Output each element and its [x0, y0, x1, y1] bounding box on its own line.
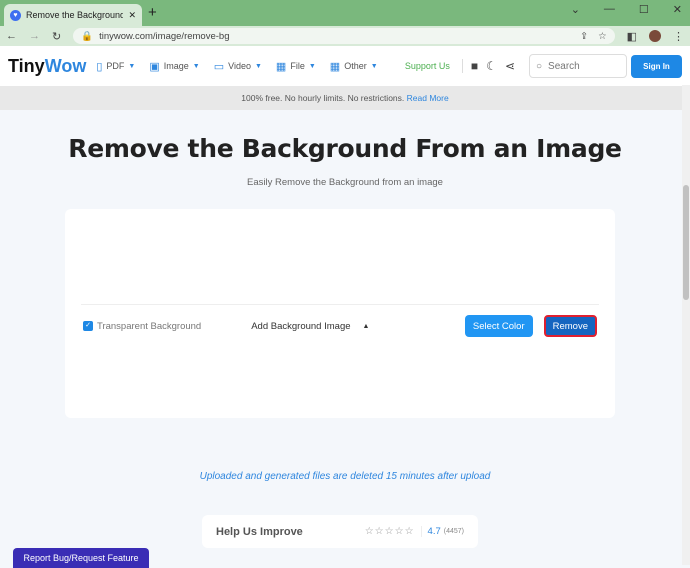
search-placeholder: Search	[548, 60, 580, 72]
nav-other[interactable]: ▦ Other ▼	[330, 60, 378, 73]
chevron-down-icon: ▼	[254, 62, 262, 70]
url-text: tinywow.com/image/remove-bg	[99, 30, 230, 42]
maximize-icon[interactable]: ☐	[639, 3, 649, 16]
page-subtitle: Easily Remove the Background from an ima…	[247, 177, 443, 188]
browser-toolbar: ← → ↻ 🔒 tinywow.com/image/remove-bg ⇪ ☆ ◧…	[0, 26, 690, 46]
forward-icon[interactable]: →	[29, 30, 40, 42]
promo-banner: 100% free. No hourly limits. No restrict…	[0, 86, 690, 110]
nav-label: Other	[344, 61, 367, 71]
transparent-background-label[interactable]: Transparent Background	[97, 321, 201, 332]
search-icon: ○	[536, 60, 543, 72]
divider	[81, 304, 599, 305]
report-bug-button[interactable]: Report Bug/Request Feature	[13, 548, 149, 568]
logo-text-accent: Wow	[44, 55, 87, 76]
back-icon[interactable]: ←	[6, 30, 17, 42]
nav-label: Image	[163, 61, 189, 71]
nav-file[interactable]: ▦ File ▼	[276, 60, 316, 73]
profile-avatar[interactable]	[649, 30, 661, 42]
close-tab-icon[interactable]: ✕	[128, 10, 136, 21]
page-title: Remove the Background From an Image	[68, 134, 622, 163]
nav-icons: ■ ☾ ⋖	[461, 59, 515, 73]
share-icon[interactable]: ⋖	[505, 59, 515, 73]
chevron-down-icon: ▼	[192, 62, 200, 70]
rating-count: (4457)	[443, 528, 464, 535]
read-more-link[interactable]: Read More	[407, 93, 449, 103]
sign-in-button[interactable]: Sign In	[631, 54, 682, 78]
nav-label: PDF	[106, 61, 125, 71]
chevron-down-icon: ▼	[308, 62, 316, 70]
scrollbar[interactable]	[682, 85, 690, 565]
scrollbar-thumb[interactable]	[683, 185, 689, 300]
browser-tab[interactable]: ♥ Remove the Background From an Image ✕	[4, 4, 142, 26]
lock-icon: 🔒	[81, 30, 94, 42]
banner-text: 100% free. No hourly limits. No restrict…	[241, 93, 405, 103]
feedback-title: Help Us Improve	[216, 525, 303, 538]
browser-titlebar: ♥ Remove the Background From an Image ✕ …	[0, 0, 690, 26]
window-controls: ⌄ — ☐ ✕	[571, 3, 682, 16]
new-tab-button[interactable]: +	[148, 4, 157, 21]
address-bar[interactable]: 🔒 tinywow.com/image/remove-bg ⇪ ☆	[73, 28, 615, 44]
chevron-down-icon: ▼	[370, 62, 378, 70]
feedback-box: Help Us Improve ☆☆☆☆☆ 4.7 (4457)	[202, 515, 478, 548]
select-color-button[interactable]: Select Color	[464, 315, 533, 337]
minimize-icon[interactable]: —	[604, 3, 615, 16]
nav-video[interactable]: ▭ Video ▼	[214, 60, 262, 73]
tab-search-icon[interactable]: ⌄	[571, 3, 580, 16]
sidepanel-icon[interactable]: ◧	[627, 30, 637, 43]
folder-lock-icon[interactable]: ■	[471, 59, 478, 73]
chevron-down-icon: ▼	[128, 62, 136, 70]
logo-text: Tiny	[8, 55, 45, 76]
close-window-icon[interactable]: ✕	[673, 3, 682, 16]
transparent-background-checkbox[interactable]: ✓	[83, 321, 93, 331]
site-nav: TinyWow ▯ PDF ▼ ▣ Image ▼ ▭ Video ▼ ▦ File ▼ ▦ Ot…	[0, 46, 690, 86]
image-icon: ▣	[149, 60, 160, 73]
share-icon[interactable]: ⇪	[580, 31, 588, 42]
reload-icon[interactable]: ↻	[52, 30, 61, 43]
rating-stars[interactable]: ☆☆☆☆☆	[365, 526, 422, 537]
options-row: ✓ Transparent Background Add Background …	[83, 315, 597, 337]
video-icon: ▭	[213, 60, 225, 73]
upload-card: ✓ Transparent Background Add Background …	[65, 209, 615, 418]
caret-up-icon[interactable]: ▲	[363, 323, 370, 330]
add-background-image-dropdown[interactable]: Add Background Image	[251, 321, 350, 332]
logo[interactable]: TinyWow	[8, 56, 86, 77]
bookmark-star-icon[interactable]: ☆	[598, 31, 607, 42]
deletion-note: Uploaded and generated files are deleted…	[199, 471, 491, 482]
tinywow-favicon-icon: ♥	[10, 9, 21, 21]
nav-label: Video	[228, 61, 251, 71]
grid-icon: ▦	[275, 60, 287, 73]
rating-value: 4.7	[427, 526, 441, 537]
nav-image[interactable]: ▣ Image ▼	[149, 60, 199, 73]
nav-label: File	[290, 61, 305, 71]
dark-mode-moon-icon[interactable]: ☾	[486, 59, 497, 73]
pdf-icon: ▯	[96, 60, 103, 73]
tab-title: Remove the Background From an Image	[26, 10, 124, 20]
menu-icon[interactable]: ⋮	[673, 30, 684, 43]
remove-button[interactable]: Remove	[543, 315, 597, 337]
nav-pdf[interactable]: ▯ PDF ▼	[96, 60, 135, 73]
grid-icon: ▦	[329, 60, 341, 73]
support-us-link[interactable]: Support Us	[405, 61, 450, 71]
search-input[interactable]: ○ Search	[529, 54, 627, 78]
